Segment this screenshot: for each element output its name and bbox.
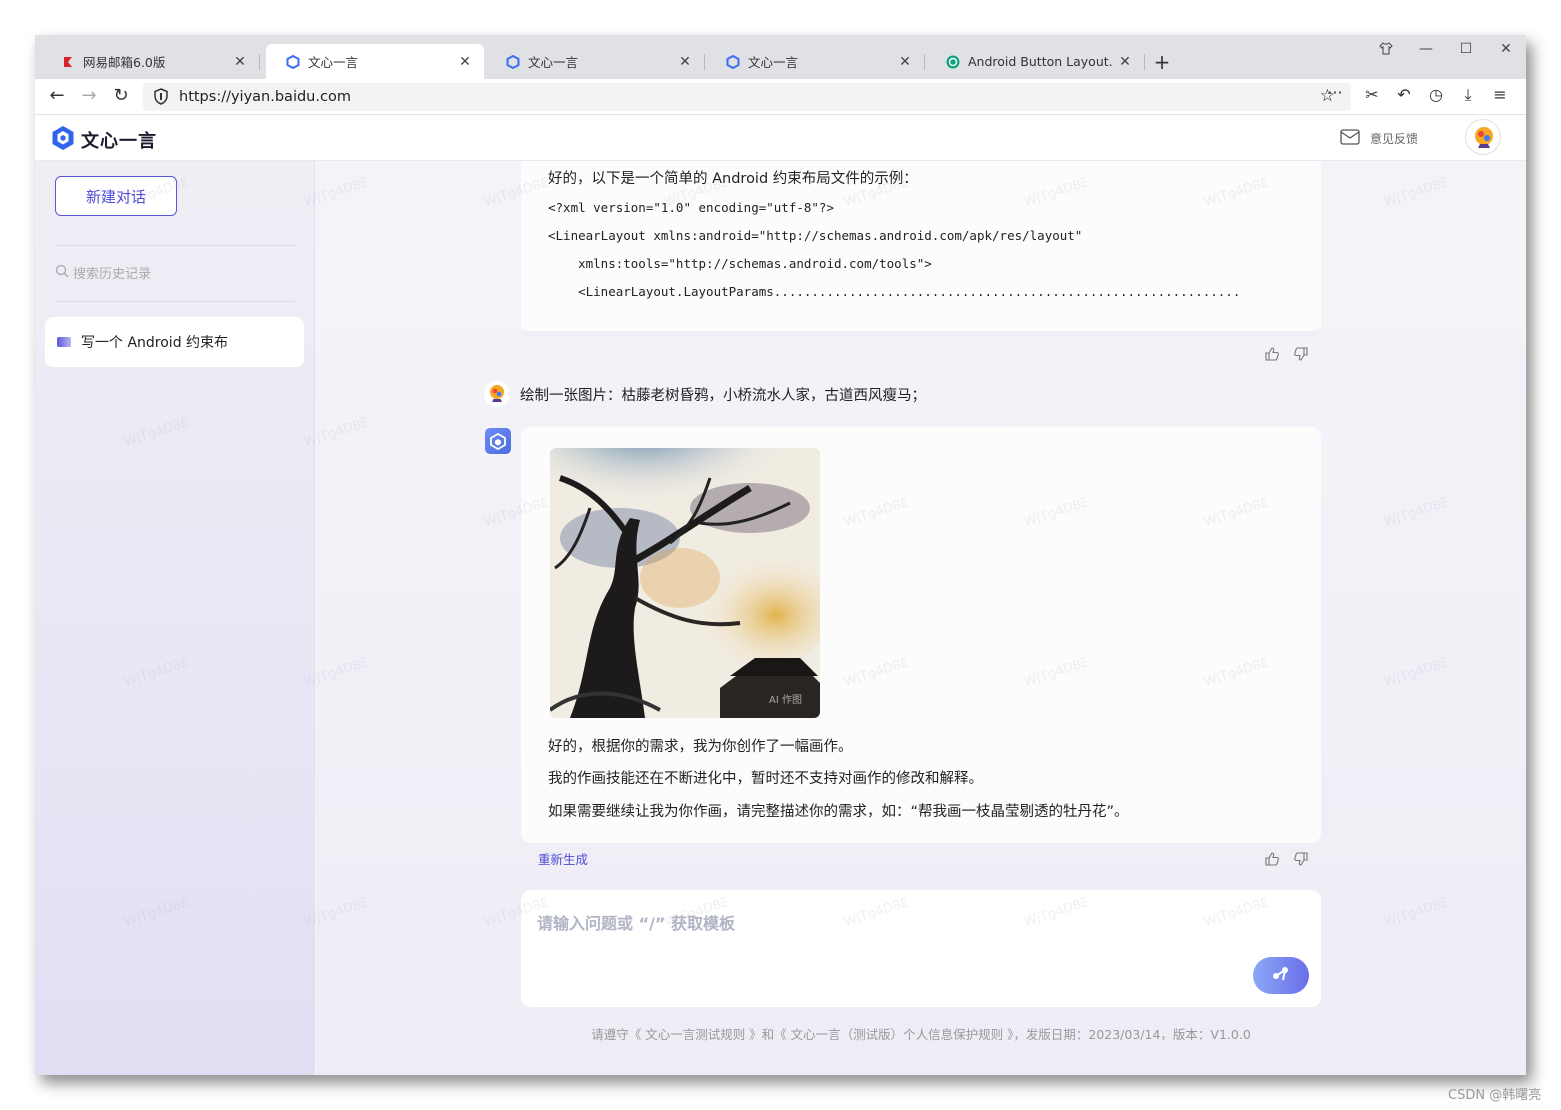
image-watermark: AI 作图 (769, 695, 802, 706)
user-avatar-small (484, 381, 510, 407)
tab-separator (704, 54, 705, 70)
chat-input-box[interactable]: 请输入问题或 “/” 获取模板 (521, 890, 1321, 1007)
undo-icon[interactable]: ↶ (1392, 85, 1416, 104)
thumbs-down-icon[interactable] (1294, 852, 1308, 870)
footer-text: 请遵守《 文心一言测试规则 》和《 文心一言（测试版）个人信息保护规则 》，发版… (591, 1027, 1251, 1042)
reply-paragraph: 如果需要继续让我为你作画，请完整描述你的需求，如：“帮我画一枝晶莹剔透的牡丹花”… (548, 804, 1129, 820)
tab-separator (259, 54, 260, 70)
send-button[interactable] (1253, 957, 1309, 994)
shirt-icon[interactable] (1371, 41, 1401, 59)
wenxin-icon (726, 54, 740, 69)
close-tab-icon[interactable]: ✕ (458, 54, 472, 70)
tab-title: 网易邮箱6.0版 (83, 55, 166, 70)
app-logo[interactable]: 文心一言 (51, 125, 157, 155)
bot-reply-card: AI 作图 好的，根据你的需求，我为你创作了一幅画作。 我的作画技能还在不断进化… (521, 427, 1321, 843)
reply-paragraph: 我的作画技能还在不断进化中，暂时还不支持对画作的修改和解释。 (548, 771, 983, 787)
history-item[interactable]: 写一个 Android 约束布 (45, 317, 304, 367)
more-options-icon[interactable]: ··· (1323, 83, 1347, 102)
tab-title: 文心一言 (308, 55, 359, 70)
close-tab-icon[interactable]: ✕ (678, 54, 692, 70)
logo-text: 文心一言 (81, 131, 157, 152)
code-line: <?xml version="1.0" encoding="utf-8"?> (548, 200, 834, 215)
bot-reply-card: 好的，以下是一个简单的 Android 约束布局文件的示例： <?xml ver… (521, 161, 1321, 337)
url-text: https://yiyan.baidu.com (179, 89, 351, 105)
chat-bubble-icon (57, 337, 71, 347)
tab-title: 文心一言 (528, 55, 579, 70)
new-chat-button[interactable]: 新建对话 (55, 176, 177, 216)
code-line: <LinearLayout.LayoutParams..............… (548, 284, 1241, 299)
user-message-text: 绘制一张图片：枯藤老树昏鸦，小桥流水人家，古道西风瘦马； (520, 387, 926, 404)
tab-separator (1144, 54, 1145, 70)
minimize-button[interactable]: — (1411, 41, 1441, 57)
sidebar-divider (55, 245, 295, 246)
csdn-watermark: CSDN @韩曙亮 (1448, 1088, 1542, 1103)
close-tab-icon[interactable]: ✕ (233, 54, 247, 70)
tab-wenxin-active[interactable]: 文心一言 ✕ (266, 44, 484, 79)
thumbs-down-icon[interactable] (1294, 347, 1308, 365)
mail-icon (1340, 129, 1360, 148)
chat-main: 好的，以下是一个简单的 Android 约束布局文件的示例： <?xml ver… (316, 161, 1526, 1075)
code-line: <LinearLayout xmlns:android="http://sche… (548, 228, 1083, 243)
scissors-icon[interactable]: ✂ (1360, 85, 1384, 104)
tab-bar: 网易邮箱6.0版 ✕ 文心一言 ✕ 文心一言 ✕ 文心一言 ✕ Android … (35, 35, 1526, 79)
sidebar-divider (55, 301, 295, 302)
thumbs-up-icon[interactable] (1265, 347, 1279, 365)
tab-android-button-layout[interactable]: Android Button Layout. ✕ (926, 44, 1145, 79)
close-window-button[interactable]: ✕ (1491, 41, 1521, 57)
maximize-button[interactable]: ☐ (1451, 41, 1481, 57)
history-search[interactable]: 搜索历史记录 (55, 263, 151, 282)
close-tab-icon[interactable]: ✕ (1118, 54, 1132, 70)
download-icon[interactable]: ⤓ (1456, 85, 1480, 105)
netease-mail-icon (61, 55, 75, 69)
chat-input-placeholder: 请输入问题或 “/” 获取模板 (537, 914, 736, 933)
shield-icon (153, 88, 169, 109)
feedback-button[interactable]: 意见反馈 (1340, 129, 1418, 148)
reply-intro: 好的，以下是一个简单的 Android 约束布局文件的示例： (548, 171, 918, 187)
wenxin-logo-icon (51, 125, 75, 155)
wenxin-icon (506, 54, 520, 69)
feedback-label: 意见反馈 (1370, 132, 1419, 146)
browser-window: 网易邮箱6.0版 ✕ 文心一言 ✕ 文心一言 ✕ 文心一言 ✕ Android … (35, 35, 1526, 1075)
openai-icon (946, 55, 960, 69)
tab-title: Android Button Layout. (968, 54, 1113, 69)
close-tab-icon[interactable]: ✕ (898, 54, 912, 70)
new-tab-button[interactable]: + (1151, 50, 1173, 74)
forward-icon[interactable]: → (77, 85, 101, 106)
wenxin-icon (286, 54, 300, 69)
generated-painting[interactable]: AI 作图 (550, 448, 820, 718)
send-icon (1271, 965, 1291, 987)
reply-paragraph: 好的，根据你的需求，我为你创作了一幅画作。 (548, 739, 853, 755)
thumbs-up-icon[interactable] (1265, 852, 1279, 870)
tab-title: 文心一言 (748, 55, 799, 70)
tab-wenxin-3[interactable]: 文心一言 ✕ (706, 44, 925, 79)
search-placeholder: 搜索历史记录 (73, 267, 152, 282)
reload-icon[interactable]: ↻ (109, 85, 133, 106)
address-bar: ← → ↻ https://yiyan.baidu.com ☆ ··· ✂ ↶ … (35, 79, 1526, 115)
user-message: 绘制一张图片：枯藤老树昏鸦，小桥流水人家，古道西风瘦马； (484, 381, 926, 407)
search-icon (55, 264, 69, 282)
history-clock-icon[interactable]: ◷ (1424, 85, 1448, 104)
url-field[interactable]: https://yiyan.baidu.com ☆ (143, 83, 1351, 111)
user-avatar[interactable] (1465, 119, 1501, 155)
regenerate-button[interactable]: 重新生成 (538, 849, 588, 868)
app-header: 文心一言 意见反馈 (35, 115, 1526, 161)
code-line: xmlns:tools="http://schemas.android.com/… (548, 256, 932, 271)
tab-separator (924, 54, 925, 70)
bot-avatar-icon (485, 428, 511, 454)
tab-wenxin-2[interactable]: 文心一言 ✕ (486, 44, 705, 79)
back-icon[interactable]: ← (45, 85, 69, 106)
sidebar: 新建对话 搜索历史记录 写一个 Android 约束布 (35, 161, 315, 1075)
menu-icon[interactable]: ≡ (1488, 85, 1512, 104)
history-item-label: 写一个 Android 约束布 (81, 335, 229, 351)
tab-netease-mail[interactable]: 网易邮箱6.0版 ✕ (41, 44, 260, 79)
